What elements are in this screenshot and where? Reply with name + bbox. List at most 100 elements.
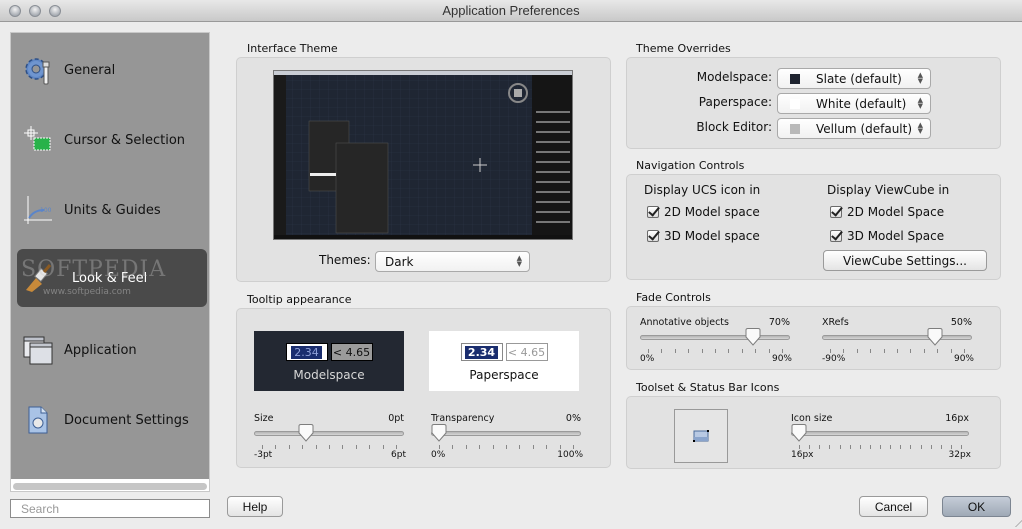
sidebar-item-label: Look & Feel [72, 270, 148, 286]
slider-value: 50% [950, 317, 972, 328]
slider-min-label: 0% [640, 354, 655, 364]
slider-track[interactable] [431, 431, 581, 436]
slider-track[interactable] [822, 335, 972, 340]
themes-select[interactable]: Dark ▲ ▼ [375, 251, 530, 272]
updown-arrows-icon: ▲ ▼ [917, 121, 923, 135]
slider-tick [839, 445, 841, 449]
viewcube-3d-checkbox[interactable]: 3D Model Space [830, 229, 944, 243]
icon-size-slider[interactable]: Icon size 16px 16px 32px [791, 413, 971, 460]
xrefs-slider[interactable]: XRefs 50% -90% 90% [822, 317, 974, 364]
block-editor-select[interactable]: Vellum (default) ▲ ▼ [777, 118, 931, 139]
sidebar-item-cursor-selection[interactable]: Cursor & Selection [17, 111, 207, 169]
slider-tick [546, 445, 548, 449]
slider-label: Annotative objects [640, 317, 729, 328]
checkbox-checked-icon[interactable] [647, 230, 659, 242]
slider-max-label: 6pt [391, 450, 406, 460]
sidebar-item-application[interactable]: Application [17, 321, 207, 379]
block-editor-label: Block Editor: [696, 120, 772, 134]
title-bar: Application Preferences [0, 0, 1022, 22]
slider-tick [439, 445, 440, 449]
paperspace-label: Paperspace: [698, 95, 772, 109]
sidebar-scrollbar[interactable] [13, 483, 207, 490]
paperspace-select[interactable]: White (default) ▲ ▼ [777, 93, 931, 114]
resize-grip[interactable] [1008, 519, 1022, 527]
slider-tick [728, 349, 730, 353]
slider-tick [715, 349, 716, 353]
slider-max-label: 90% [771, 354, 792, 364]
color-swatch [790, 73, 800, 84]
slider-tick [382, 445, 384, 449]
transparency-slider[interactable]: Transparency 0% 0% 100% [431, 413, 583, 460]
ucs-2d-checkbox[interactable]: 2D Model space [647, 205, 760, 219]
slider-tick [961, 445, 962, 449]
slider-min-label: -3pt [254, 450, 273, 460]
slider-label: Size [254, 413, 274, 424]
checkbox-checked-icon[interactable] [647, 206, 659, 218]
windows-icon [21, 333, 55, 367]
help-button[interactable]: Help [227, 496, 283, 517]
crosshair-selection-icon [21, 123, 55, 157]
sidebar-item-general[interactable]: General [17, 41, 207, 99]
tooltip-heading: Tooltip appearance [247, 293, 352, 306]
slider-tick [275, 445, 277, 449]
slider-tick [302, 445, 304, 449]
select-value: Vellum (default) [816, 121, 913, 136]
slider-tick [315, 445, 317, 449]
viewcube-settings-button[interactable]: ViewCube Settings... [823, 250, 987, 271]
gear-wrench-icon [21, 53, 55, 87]
slider-tick [768, 349, 770, 353]
slider-value: 70% [768, 317, 790, 328]
slider-track[interactable] [791, 431, 969, 436]
size-slider[interactable]: Size 0pt -3pt 6pt [254, 413, 406, 460]
slider-thumb[interactable] [745, 328, 761, 346]
viewcube-2d-checkbox[interactable]: 2D Model Space [830, 205, 944, 219]
slider-tick [701, 349, 703, 353]
ok-button[interactable]: OK [942, 496, 1011, 517]
search-input[interactable] [10, 499, 210, 518]
sidebar-item-document-settings[interactable]: Document Settings [17, 391, 207, 449]
slider-track[interactable] [254, 431, 404, 436]
updown-arrows-icon: ▲ ▼ [917, 71, 923, 85]
slider-label: Icon size [791, 413, 833, 424]
themes-label: Themes: [319, 253, 371, 267]
modelspace-select[interactable]: Slate (default) ▲ ▼ [777, 68, 931, 89]
slider-min-label: 0% [431, 450, 446, 460]
sidebar-item-units-guides[interactable]: 100 Units & Guides [17, 181, 207, 239]
slider-tick [819, 445, 821, 449]
annotative-objects-slider[interactable]: Annotative objects 70% 0% 90% [640, 317, 792, 364]
slider-thumb[interactable] [431, 424, 447, 442]
slider-tick [950, 445, 952, 449]
icon-size-preview [674, 409, 728, 463]
slider-tick [648, 349, 649, 353]
slider-track[interactable] [640, 335, 790, 340]
slider-label: XRefs [822, 317, 849, 328]
slider-tick [492, 445, 494, 449]
units-graph-icon: 100 [21, 193, 55, 227]
softpedia-watermark-url: www.softpedia.com [43, 287, 131, 297]
window-icon [693, 430, 709, 442]
slider-thumb[interactable] [927, 328, 943, 346]
slider-thumb[interactable] [298, 424, 314, 442]
slider-value: 0pt [388, 413, 404, 424]
tooltip-value-primary: 2.34 [291, 345, 322, 359]
slider-tick [910, 349, 912, 353]
select-value: White (default) [816, 96, 907, 111]
cancel-button[interactable]: Cancel [859, 496, 928, 517]
slider-ticks [640, 349, 790, 354]
checkbox-checked-icon[interactable] [830, 206, 842, 218]
theme-overrides-group: Modelspace: Slate (default) ▲ ▼ Paperspac… [626, 57, 1001, 149]
slider-tick [964, 349, 965, 353]
slider-value: 0% [565, 413, 581, 424]
ucs-3d-checkbox[interactable]: 3D Model space [647, 229, 760, 243]
slider-tick [532, 445, 534, 449]
slider-tick [940, 445, 942, 449]
sidebar-item-look-feel[interactable]: SOFTPEDIA www.softpedia.com Look & Feel [17, 249, 207, 307]
tooltip-preview-paperspace: 2.34 < 4.65 Paperspace [429, 331, 579, 391]
slider-tick [849, 445, 851, 449]
checkbox-label: 2D Model space [664, 205, 760, 219]
slider-tick [900, 445, 902, 449]
slider-tick [519, 445, 521, 449]
checkbox-checked-icon[interactable] [830, 230, 842, 242]
paintbrush-icon [21, 261, 55, 295]
slider-thumb[interactable] [791, 424, 807, 442]
